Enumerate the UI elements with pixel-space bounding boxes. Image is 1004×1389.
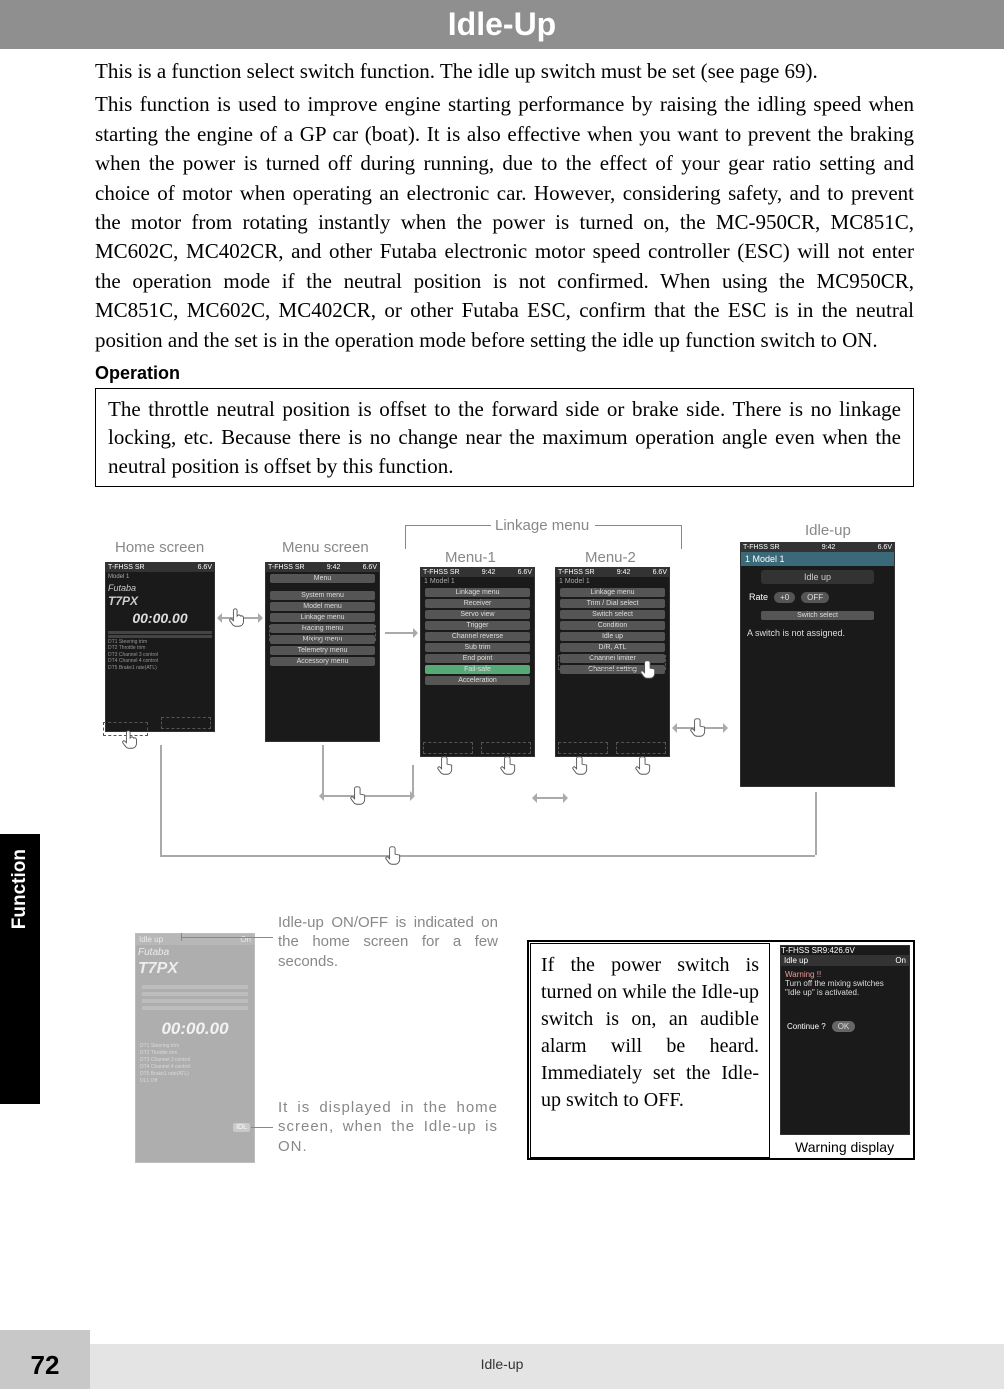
page-header: Idle-Up <box>0 0 1004 49</box>
operation-box: The throttle neutral position is offset … <box>95 388 914 487</box>
page-title: Idle-Up <box>448 6 556 42</box>
side-tab-function: Function <box>0 834 40 1104</box>
note-idle-displayed: It is displayed in the home screen, when… <box>278 1098 498 1157</box>
tap-hand-icon <box>500 755 522 777</box>
tap-hand-icon <box>635 755 657 777</box>
tap-hand-icon <box>120 729 142 751</box>
ok-button[interactable]: OK <box>832 1021 856 1032</box>
home-screen-dimmed: Idle up On Futaba T7PX 00:00.00 DT1 Stee… <box>135 933 255 1163</box>
intro-text: This is a function select switch functio… <box>95 57 914 355</box>
footer-title: Idle-up <box>0 1356 1004 1372</box>
idl-badge: IDL <box>233 1123 250 1132</box>
warning-display-label: Warning display <box>795 1139 894 1155</box>
idleup-title: Idle up <box>761 570 874 584</box>
power-warning-box: If the power switch is turned on while t… <box>530 943 770 1158</box>
tap-hand-icon <box>640 659 662 681</box>
menu1-label: Menu-1 <box>445 549 496 566</box>
home-screen: T-FHSS SR6.6V Model 1 Futaba T7PX 00:00.… <box>105 562 215 732</box>
home-timer: 00:00.00 <box>106 610 214 626</box>
switch-select: Switch select <box>761 611 874 620</box>
menu-screen-label: Menu screen <box>282 539 369 556</box>
intro-p2: This function is used to improve engine … <box>95 90 914 355</box>
rate-off-pill: OFF <box>801 592 829 603</box>
lower-notes-area: Idle up On Futaba T7PX 00:00.00 DT1 Stee… <box>95 913 914 1193</box>
rate-value: +0 <box>774 592 795 603</box>
note-idle-onoff: Idle-up ON/OFF is indicated on the home … <box>278 913 498 972</box>
tap-hand-icon <box>572 755 594 777</box>
tap-hand-icon <box>350 785 372 807</box>
home-screen-label: Home screen <box>115 539 204 556</box>
idleup-label: Idle-up <box>805 522 851 539</box>
tap-hand-icon <box>690 717 712 739</box>
linkage-menu-1: T-FHSS SR9:426.6V 1 Model 1 Linkage menu… <box>420 567 535 757</box>
menu2-label: Menu-2 <box>585 549 636 566</box>
intro-p1: This is a function select switch functio… <box>95 57 914 86</box>
tap-hand-icon <box>227 607 249 629</box>
idleup-screen: T-FHSS SR9:426.6V 1 Model 1 Idle up Rate… <box>740 542 895 787</box>
tap-hand-icon <box>385 845 407 867</box>
tap-hand-icon <box>437 755 459 777</box>
linkage-menu-label: Linkage menu <box>495 517 589 534</box>
operation-heading: Operation <box>95 363 914 384</box>
menu-screen: T-FHSS SR9:426.6V Menu System menu Model… <box>265 562 380 742</box>
switch-not-assigned: A switch is not assigned. <box>741 624 894 642</box>
warning-display-screen: T-FHSS SR9:426.6V Idle up On Warning !! … <box>780 945 910 1135</box>
operation-body: The throttle neutral position is offset … <box>108 397 901 478</box>
navigation-diagram: Home screen Menu screen Linkage menu Men… <box>95 507 914 907</box>
page-footer: 72 Idle-up <box>0 1344 1004 1389</box>
